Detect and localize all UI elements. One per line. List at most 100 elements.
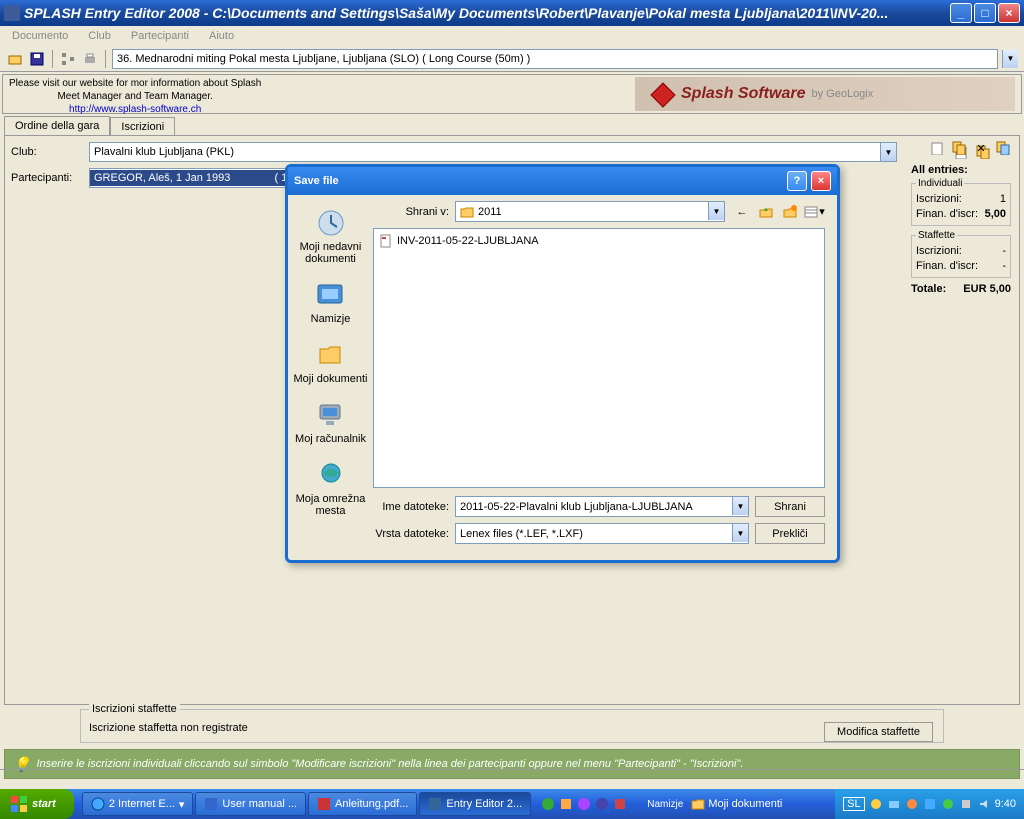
folder-combo[interactable]: 2011 ▼ <box>455 201 725 222</box>
meet-selector[interactable]: 36. Mednarodni miting Pokal mesta Ljublj… <box>112 49 998 69</box>
individuali-fieldset: Individuali Iscrizioni:1 Finan. d'iscr:5… <box>911 178 1011 226</box>
part-copy-icon[interactable] <box>951 140 967 156</box>
place-desktop[interactable]: Namizje <box>307 275 355 329</box>
place-network[interactable]: Moja omrežna mesta <box>288 455 373 521</box>
print-icon[interactable] <box>81 50 99 68</box>
file-item[interactable]: INV-2011-05-22-LJUBLJANA <box>378 233 820 249</box>
task-entry-editor[interactable]: Entry Editor 2... <box>419 792 531 816</box>
participant-name: GREGOR, Aleš, 1 Jan 1993 <box>94 172 230 184</box>
tray-icon[interactable] <box>959 797 973 811</box>
filename-value: 2011-05-22-Plavalni klub Ljubljana-LJUBL… <box>456 497 732 516</box>
task-ie[interactable]: 2 Internet E...▾ <box>82 792 194 816</box>
staffette-message: Iscrizione staffetta non registrate <box>89 722 935 734</box>
save-button[interactable]: Shrani <box>755 496 825 517</box>
menu-bar: Documento Club Partecipanti Aiuto <box>0 26 1024 46</box>
summary-title: All entries: <box>911 164 1011 176</box>
place-computer[interactable]: Moj računalnik <box>291 395 370 449</box>
tray-app-icon[interactable] <box>613 797 627 811</box>
ie-icon <box>91 797 105 811</box>
summary-panel: ✕ All entries: Individuali Iscrizioni:1 … <box>911 140 1011 297</box>
logo-subtitle: by GeoLogix <box>811 88 873 100</box>
toolbar: 36. Mednarodni miting Pokal mesta Ljublj… <box>0 46 1024 72</box>
place-documents[interactable]: Moji dokumenti <box>290 335 372 389</box>
file-name: INV-2011-05-22-LJUBLJANA <box>397 235 539 247</box>
club-combo-arrow[interactable]: ▼ <box>880 143 896 161</box>
dialog-help-button[interactable]: ? <box>787 171 807 191</box>
task-pdf[interactable]: Anleitung.pdf... <box>308 792 417 816</box>
nav-newfolder-icon[interactable] <box>779 202 801 222</box>
part-edit-icon[interactable] <box>995 140 1011 156</box>
tray-app-icon[interactable] <box>541 797 555 811</box>
info-link[interactable]: http://www.splash-software.ch <box>9 103 261 116</box>
tray-icon[interactable] <box>923 797 937 811</box>
isc-label: Iscrizioni: <box>916 192 962 207</box>
menu-club[interactable]: Club <box>80 28 119 44</box>
tab-iscrizioni[interactable]: Iscrizioni <box>110 117 175 136</box>
individuali-legend: Individuali <box>916 178 964 189</box>
tray-app-icon[interactable] <box>577 797 591 811</box>
menu-aiuto[interactable]: Aiuto <box>201 28 242 44</box>
network-icon <box>315 459 347 491</box>
tree-icon[interactable] <box>59 50 77 68</box>
menu-documento[interactable]: Documento <box>4 28 76 44</box>
status-bar <box>0 769 1024 789</box>
staffette-box: Iscrizioni staffette Iscrizione staffett… <box>80 709 944 743</box>
save-icon[interactable] <box>28 50 46 68</box>
menu-partecipanti[interactable]: Partecipanti <box>123 28 197 44</box>
lang-indicator[interactable]: SL <box>843 797 864 811</box>
maximize-button[interactable]: □ <box>974 3 996 23</box>
part-new-icon[interactable] <box>929 140 945 156</box>
place-recent[interactable]: Moji nedavni dokumenti <box>288 203 373 269</box>
tray-app-icon[interactable] <box>595 797 609 811</box>
folder-icon <box>691 797 705 811</box>
nav-up-icon[interactable] <box>755 202 777 222</box>
info-line1: Please visit our website for mor informa… <box>9 77 261 90</box>
filetype-label: Vrsta datoteke: <box>373 528 449 540</box>
meet-selector-arrow[interactable]: ▼ <box>1002 50 1018 68</box>
close-button[interactable]: × <box>998 3 1020 23</box>
filename-arrow[interactable]: ▼ <box>732 497 748 515</box>
start-button[interactable]: start <box>0 789 74 819</box>
club-label: Club: <box>11 146 83 158</box>
participant-list[interactable]: GREGOR, Aleš, 1 Jan 1993 ( 1 ) <box>89 168 299 188</box>
filetype-combo[interactable]: Lenex files (*.LEF, *.LXF) ▼ <box>455 523 749 544</box>
minimize-button[interactable]: _ <box>950 3 972 23</box>
window-titlebar: SPLASH Entry Editor 2008 - C:\Documents … <box>0 0 1024 26</box>
tray-icon[interactable] <box>905 797 919 811</box>
dialog-titlebar: Save file ? × <box>288 167 837 195</box>
folder-combo-arrow[interactable]: ▼ <box>708 202 724 220</box>
splash-icon <box>428 797 442 811</box>
cancel-button[interactable]: Prekliči <box>755 523 825 544</box>
dialog-close-button[interactable]: × <box>811 171 831 191</box>
window-title: SPLASH Entry Editor 2008 - C:\Documents … <box>24 5 950 21</box>
taskbar-moji[interactable]: Moji dokumenti <box>691 797 782 811</box>
tray-icon[interactable] <box>869 797 883 811</box>
nav-back-icon[interactable]: ← <box>731 202 753 222</box>
task-word[interactable]: User manual ... <box>195 792 306 816</box>
folder-name: 2011 <box>478 206 502 218</box>
isc-s-value: - <box>1002 244 1006 259</box>
club-combo-text: Plavalni klub Ljubljana (PKL) <box>90 146 880 158</box>
modifica-staffette-button[interactable]: Modifica staffette <box>824 722 933 742</box>
totale-value: EUR 5,00 <box>963 282 1011 297</box>
nav-views-icon[interactable]: ▾ <box>803 202 825 222</box>
shrani-v-label: Shrani v: <box>373 206 449 218</box>
file-list[interactable]: INV-2011-05-22-LJUBLJANA <box>373 228 825 488</box>
part-delete-icon[interactable]: ✕ <box>973 140 989 156</box>
tray-icon[interactable] <box>887 797 901 811</box>
logo-area: Splash Software by GeoLogix <box>635 77 1015 111</box>
club-combo[interactable]: Plavalni klub Ljubljana (PKL) ▼ <box>89 142 897 162</box>
tab-ordine[interactable]: Ordine della gara <box>4 116 110 135</box>
system-tray: SL 9:40 <box>835 789 1024 819</box>
open-icon[interactable] <box>6 50 24 68</box>
filename-input[interactable]: 2011-05-22-Plavalni klub Ljubljana-LJUBL… <box>455 496 749 517</box>
tray-app-icon[interactable] <box>559 797 573 811</box>
filetype-arrow[interactable]: ▼ <box>732 524 748 542</box>
computer-icon <box>314 399 346 431</box>
clock[interactable]: 9:40 <box>995 798 1016 810</box>
taskbar: start 2 Internet E...▾ User manual ... A… <box>0 789 1024 819</box>
volume-icon[interactable] <box>977 797 991 811</box>
taskbar-namizje[interactable]: Namizje <box>647 799 683 810</box>
file-icon <box>379 234 393 248</box>
tray-icon[interactable] <box>941 797 955 811</box>
